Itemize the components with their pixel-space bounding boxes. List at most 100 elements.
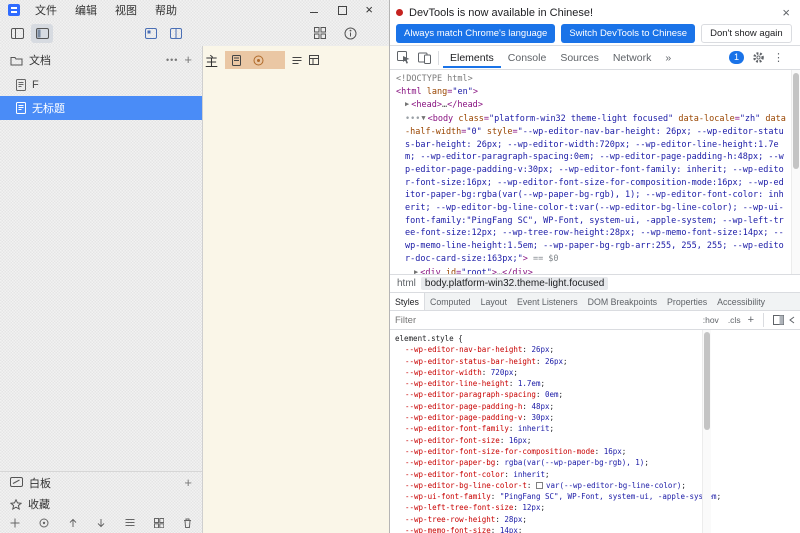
sidebar-panel-icon xyxy=(36,28,49,39)
kebab-menu-icon[interactable]: ⋮ xyxy=(773,51,784,64)
settings-gear-icon[interactable] xyxy=(752,51,765,64)
sidebar-tab-styles[interactable]: Styles xyxy=(390,293,425,310)
app-body: 文档 ••• + F无标题 白板 + 收藏 xyxy=(0,46,389,533)
add-document-button[interactable]: + xyxy=(184,55,192,65)
css-declaration[interactable]: --wp-editor-line-height: 1.7em; xyxy=(395,378,800,389)
css-declaration[interactable]: --wp-editor-page-padding-v: 30px; xyxy=(395,412,800,423)
sidebar-tab-layout[interactable]: Layout xyxy=(476,293,512,310)
device-toolbar-icon[interactable] xyxy=(414,48,434,68)
whiteboard-icon xyxy=(10,477,23,488)
color-swatch[interactable] xyxy=(536,482,543,489)
menu-item-2[interactable]: 编辑 xyxy=(66,1,106,19)
favorites-section[interactable]: 收藏 xyxy=(0,493,202,515)
css-declaration[interactable]: --wp-memo-font-size: 14px; xyxy=(395,525,800,533)
css-declaration[interactable]: --wp-editor-bg-line-color-t: var(--wp-ed… xyxy=(395,480,800,491)
collapse-chevron-icon[interactable] xyxy=(789,316,795,324)
tree-item[interactable]: 无标题 xyxy=(0,96,202,120)
close-button[interactable]: × xyxy=(365,5,373,15)
documents-section-header[interactable]: 文档 ••• + xyxy=(0,46,202,74)
whiteboard-label: 白板 xyxy=(29,475,51,491)
list-icon[interactable] xyxy=(125,518,135,527)
scrollbar-thumb[interactable] xyxy=(704,332,710,430)
toggle-sidebar-button[interactable] xyxy=(6,24,28,43)
layout-icon[interactable] xyxy=(309,55,319,65)
css-declaration[interactable]: --wp-editor-paragraph-spacing: 0em; xyxy=(395,389,800,400)
css-declaration[interactable]: --wp-editor-nav-bar-height: 26px; xyxy=(395,344,800,355)
whiteboard-section[interactable]: 白板 + xyxy=(0,471,202,493)
tree-item[interactable]: F xyxy=(0,74,202,96)
menu-item-3[interactable]: 视图 xyxy=(106,1,146,19)
css-declaration[interactable]: --wp-editor-font-color: inherit; xyxy=(395,469,800,480)
info-button[interactable] xyxy=(344,27,357,40)
scrollbar-thumb[interactable] xyxy=(793,73,799,169)
sidebar-tab-properties[interactable]: Properties xyxy=(662,293,712,310)
notification-button-1[interactable]: Always match Chrome's language xyxy=(396,24,555,43)
notification-button-3[interactable]: Don't show again xyxy=(701,24,792,43)
notification-buttons: Always match Chrome's language Switch Dev… xyxy=(396,24,794,43)
css-declaration[interactable]: --wp-editor-width: 720px; xyxy=(395,367,800,378)
breadcrumb-item[interactable]: html xyxy=(397,278,416,289)
devtools-tab-elements[interactable]: Elements xyxy=(443,48,501,68)
sidebar-tab-computed[interactable]: Computed xyxy=(425,293,476,310)
css-declaration[interactable]: --wp-editor-paper-bg: rgba(var(--wp-pape… xyxy=(395,457,800,468)
split-view-button[interactable] xyxy=(165,24,187,43)
styles-filter-input[interactable] xyxy=(395,315,696,326)
css-declaration[interactable]: --wp-editor-page-padding-h: 48px; xyxy=(395,401,800,412)
page-icon[interactable] xyxy=(232,55,241,66)
screen: 文件编辑视图帮助 × xyxy=(0,0,800,533)
editor-canvas[interactable]: 主 xyxy=(203,46,389,533)
inspect-element-icon[interactable] xyxy=(394,48,414,68)
sidebar-tab-accessibility[interactable]: Accessibility xyxy=(712,293,770,310)
css-declaration[interactable]: --wp-left-tree-font-size: 12px; xyxy=(395,502,800,513)
menu-item-4[interactable]: 帮助 xyxy=(146,1,186,19)
style-rule-selector[interactable]: element.style { xyxy=(395,333,800,344)
css-declaration[interactable]: --wp-editor-font-family: inherit; xyxy=(395,423,800,434)
css-declaration[interactable]: --wp-editor-status-bar-height: 26px; xyxy=(395,356,800,367)
move-down-icon[interactable] xyxy=(96,518,106,528)
toggle-hover-state-button[interactable]: :hov xyxy=(701,314,721,326)
toggle-class-button[interactable]: .cls xyxy=(726,314,743,326)
sidebar-tab-event-listeners[interactable]: Event Listeners xyxy=(512,293,583,310)
css-declaration[interactable]: --wp-editor-font-size: 16px; xyxy=(395,435,800,446)
grid-icon[interactable] xyxy=(154,518,164,528)
add-icon[interactable] xyxy=(10,518,20,528)
menu-item-1[interactable]: 文件 xyxy=(26,1,66,19)
html-tag-line[interactable]: <html lang="en"> xyxy=(396,86,788,99)
devtools-tab-console[interactable]: Console xyxy=(501,48,554,68)
root-div-line[interactable]: ▶<div id="root">…</div> xyxy=(396,266,788,274)
css-declaration[interactable]: --wp-ui-font-family: "PingFang SC", WP-F… xyxy=(395,491,800,502)
devtools-tab-sources[interactable]: Sources xyxy=(553,48,606,68)
computed-sidebar-toggle-icon[interactable] xyxy=(773,315,784,325)
new-style-rule-button[interactable]: + xyxy=(748,315,754,325)
elements-scrollbar[interactable] xyxy=(791,70,800,274)
head-tag-line[interactable]: ▶<head>…</head> xyxy=(396,98,788,112)
minimize-button[interactable] xyxy=(309,5,319,15)
toggle-panel-button[interactable] xyxy=(31,24,53,43)
target-icon[interactable] xyxy=(39,518,49,528)
devtools-tab-network[interactable]: Network xyxy=(606,48,659,68)
more-options-button[interactable]: ••• xyxy=(166,55,178,65)
doctype-line[interactable]: <!DOCTYPE html> xyxy=(396,73,788,86)
apps-grid-button[interactable] xyxy=(314,27,326,39)
css-declaration[interactable]: --wp-editor-font-size-for-composition-mo… xyxy=(395,446,800,457)
body-tag-line[interactable]: •••▼<body class="platform-win32 theme-li… xyxy=(396,112,788,265)
move-up-icon[interactable] xyxy=(68,518,78,528)
close-notification-icon[interactable]: × xyxy=(778,7,794,19)
notification-button-2[interactable]: Switch DevTools to Chinese xyxy=(561,24,695,43)
maximize-button[interactable] xyxy=(337,5,347,15)
breadcrumb-item[interactable]: body.platform-win32.theme-light.focused xyxy=(421,277,608,290)
split-view-icon xyxy=(170,28,182,39)
record-icon[interactable] xyxy=(253,55,264,66)
menu-bar: 文件编辑视图帮助 xyxy=(26,1,186,19)
trash-icon[interactable] xyxy=(183,518,192,528)
sidebar-tab-dom-breakpoints[interactable]: DOM Breakpoints xyxy=(583,293,662,310)
styles-scrollbar[interactable] xyxy=(702,330,711,533)
card-view-button[interactable] xyxy=(140,24,162,43)
console-message-badge[interactable]: 1 xyxy=(729,51,744,64)
outline-icon[interactable] xyxy=(292,56,302,65)
favorites-label: 收藏 xyxy=(28,496,50,512)
devtools-tabs: ElementsConsoleSourcesNetwork» xyxy=(443,48,678,68)
css-declaration[interactable]: --wp-tree-row-height: 28px; xyxy=(395,514,800,525)
add-whiteboard-button[interactable]: + xyxy=(184,478,192,488)
devtools-tab-»[interactable]: » xyxy=(658,48,678,68)
